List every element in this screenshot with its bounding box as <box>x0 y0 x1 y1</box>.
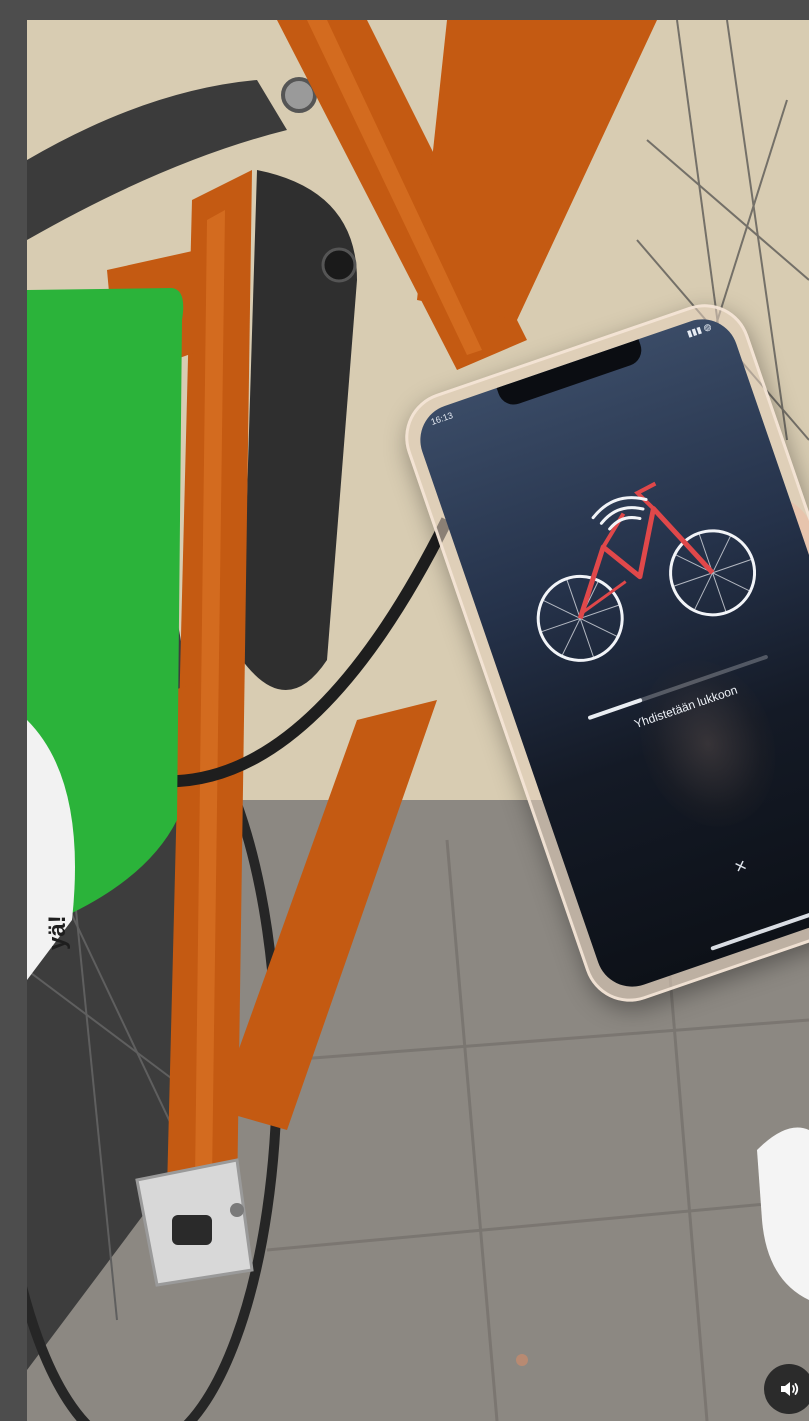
status-time: 16:13 <box>429 410 455 427</box>
status-icons: ▮▮▮ ◍ <box>685 321 713 339</box>
speaker-icon <box>781 1382 799 1396</box>
volume-button[interactable] <box>764 1364 809 1414</box>
sign-text: yä! <box>44 915 71 950</box>
screen-frame: yä! 16:13 ▮▮▮ ◍ Yhdistetään lukkoon × <box>0 0 809 1421</box>
close-button[interactable]: × <box>726 851 757 882</box>
bike-illustration-icon <box>536 481 757 662</box>
video-player[interactable]: yä! 16:13 ▮▮▮ ◍ Yhdistetään lukkoon × <box>27 20 809 1421</box>
